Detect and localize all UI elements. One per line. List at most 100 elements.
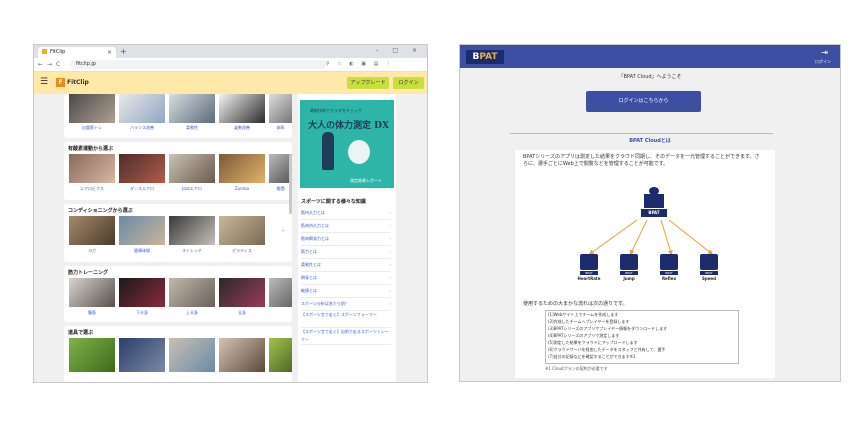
thumbnail-label[interactable]: 姿勢改善 bbox=[219, 125, 265, 131]
sidebar-title: スポーツに関する様々な知識 bbox=[301, 199, 366, 205]
step-item: (2)作成したチームへプレイヤーを登録します bbox=[548, 319, 630, 324]
main-content: 自重筋トレ バランス改善 柔軟性 姿勢改善 体幹 有酸素運動から選ぶ エアロビク… bbox=[34, 94, 427, 382]
tab-title: FitClip bbox=[50, 49, 66, 55]
window-controls[interactable]: – □ × bbox=[375, 47, 423, 54]
thumbnail-image[interactable] bbox=[69, 278, 115, 307]
carousel-next-icon[interactable]: › bbox=[282, 228, 284, 234]
thumbnail-label[interactable]: ヨガ bbox=[69, 248, 115, 254]
browser-tab[interactable]: FitClip × bbox=[38, 47, 116, 58]
chevron-right-icon: › bbox=[389, 275, 391, 280]
chevron-right-icon: › bbox=[389, 301, 391, 306]
site-header: ☰ F FitClip アップグレード ログイン bbox=[34, 72, 427, 94]
about-title: BPAT Cloudとは bbox=[629, 138, 671, 144]
thumbnail-image[interactable] bbox=[169, 94, 215, 123]
thumbnail-label[interactable]: ダンスエアロ bbox=[119, 186, 165, 192]
thumbnail-image[interactable] bbox=[269, 278, 292, 307]
thumbnail-image[interactable] bbox=[269, 94, 292, 123]
thumbnail-label[interactable]: 腹筋 bbox=[69, 310, 115, 316]
sidebar: 最新技術でカラダをチェック 大人の体力測定 DX 測定結果レポート スポーツに関… bbox=[298, 94, 396, 382]
tab-bar: FitClip × + – □ × bbox=[34, 45, 427, 58]
sidebar-link[interactable]: 【スポーツ言で走く】スポーツフォーマー bbox=[301, 311, 391, 328]
thumbnail-image[interactable] bbox=[219, 338, 265, 372]
thumbnail-label[interactable]: 健康体操 bbox=[119, 248, 165, 254]
reload-icon[interactable]: C bbox=[56, 60, 60, 69]
thumbnail-label[interactable]: バランス改善 bbox=[119, 125, 165, 131]
module-jump: BPAT Jump bbox=[617, 254, 641, 281]
site-logo[interactable]: F FitClip bbox=[56, 77, 89, 89]
thumbnail-label[interactable]: Jazzエアロ bbox=[169, 186, 215, 192]
thumbnail-image[interactable] bbox=[219, 216, 265, 245]
chevron-right-icon: › bbox=[389, 210, 391, 215]
thumbnail-image[interactable] bbox=[69, 94, 115, 123]
welcome-text: 「BPAT Cloud」へようこそ bbox=[618, 74, 682, 80]
login-here-button[interactable]: ログインはこちらから bbox=[586, 91, 701, 112]
login-icon[interactable]: ⇥ bbox=[821, 49, 828, 57]
about-panel: BPATシリーズのアプリは測定した結果をクラウド同期し、そのデータを一元管理する… bbox=[515, 150, 775, 378]
back-icon[interactable]: ← bbox=[38, 60, 43, 69]
thumbnail-image[interactable] bbox=[69, 338, 115, 372]
sidebar-link[interactable]: 敏捷とは › bbox=[301, 285, 391, 298]
bpat-logo[interactable]: BPAT bbox=[466, 50, 504, 64]
footnote: ※1 Cloudプランの契約が必要です bbox=[545, 366, 608, 371]
thumbnail-image[interactable] bbox=[119, 278, 165, 307]
sidebar-link[interactable]: 瞬発とは › bbox=[301, 272, 391, 285]
forward-icon[interactable]: → bbox=[47, 60, 52, 69]
divider bbox=[510, 133, 773, 134]
ad-headline: 大人の体力測定 DX bbox=[308, 121, 389, 131]
chevron-right-icon: › bbox=[389, 249, 391, 254]
thumbnail-image[interactable] bbox=[219, 154, 265, 183]
chevron-right-icon: › bbox=[389, 288, 391, 293]
thumbnail-image[interactable] bbox=[269, 338, 292, 372]
scrollbar-thumb[interactable] bbox=[289, 154, 292, 214]
thumbnail-image[interactable] bbox=[119, 154, 165, 183]
thumbnail-image[interactable] bbox=[169, 278, 215, 307]
thumbnail-label[interactable]: 上半身 bbox=[169, 310, 215, 316]
sidebar-link[interactable]: 筋肉瞬発力とは › bbox=[301, 233, 391, 246]
thumbnail-label[interactable]: ピラティス bbox=[219, 248, 265, 254]
step-item: (3)BPATシリーズのアプリでプレイヤー情報をダウンロードします bbox=[548, 326, 668, 331]
thumbnail-image[interactable] bbox=[169, 154, 215, 183]
thumbnail-image[interactable] bbox=[119, 216, 165, 245]
jump-icon bbox=[620, 254, 638, 270]
sidebar-link[interactable]: スポーツ分析は急たり前？ › bbox=[301, 298, 391, 311]
ad-small-text: 最新技術でカラダをチェック bbox=[310, 108, 362, 113]
header-login-label[interactable]: ログイン bbox=[815, 59, 831, 65]
chart-illustration bbox=[348, 140, 370, 164]
thumbnail-label[interactable]: 柔軟性 bbox=[169, 125, 215, 131]
thumbnail-image[interactable] bbox=[219, 94, 265, 123]
thumbnail-image[interactable] bbox=[119, 94, 165, 123]
upgrade-button[interactable]: アップグレード bbox=[347, 77, 389, 89]
thumbnail-image[interactable] bbox=[169, 216, 215, 245]
thumbnail-label[interactable]: ストレッチ bbox=[169, 248, 215, 254]
thumbnail-label[interactable]: エアロビクス bbox=[69, 186, 115, 192]
url-input[interactable]: fitclip.jp bbox=[70, 60, 326, 69]
sidebar-link[interactable]: 筋持久力とは › bbox=[301, 207, 391, 220]
section-title: 道具で選ぶ bbox=[68, 330, 94, 336]
thumbnail-image[interactable] bbox=[119, 338, 165, 372]
hamburger-menu-icon[interactable]: ☰ bbox=[40, 76, 48, 88]
thumbnail-label[interactable]: 全身 bbox=[219, 310, 265, 316]
sidebar-link[interactable]: 筋力とは › bbox=[301, 246, 391, 259]
sidebar-link[interactable]: 【スポーツ言で走く】自前で走るスポーツトレーナー bbox=[301, 328, 391, 345]
section-title: コンディショニングから選ぶ bbox=[68, 208, 133, 214]
sidebar-link[interactable]: 筋肉持久力とは › bbox=[301, 220, 391, 233]
extension-icons[interactable]: ⚲ ☆ ◐ ▣ ▤ ⋮ bbox=[326, 61, 394, 67]
bpat-header: BPAT ⇥ ログイン bbox=[460, 45, 840, 68]
sidebar-link[interactable]: 柔軟性とは › bbox=[301, 259, 391, 272]
thumbnail-label[interactable]: 自重筋トレ bbox=[69, 125, 115, 131]
step-item: (4)BPATシリーズのアプリで測定します bbox=[548, 333, 620, 338]
thumbnail-image[interactable] bbox=[169, 338, 215, 372]
thumbnail-image[interactable] bbox=[69, 154, 115, 183]
thumbnail-image[interactable] bbox=[219, 278, 265, 307]
thumbnail-label[interactable]: 下半身 bbox=[119, 310, 165, 316]
tab-close-icon[interactable]: × bbox=[107, 47, 112, 58]
ad-banner[interactable]: 最新技術でカラダをチェック 大人の体力測定 DX 測定結果レポート bbox=[300, 100, 394, 188]
thumbnail-image[interactable] bbox=[69, 216, 115, 245]
thumbnail-label[interactable]: 体幹 bbox=[269, 125, 292, 131]
category-card: 有酸素運動から選ぶ エアロビクス ダンスエアロ Jazzエアロ Zumba 格闘 bbox=[64, 142, 292, 200]
steps-box: (1)Webサイト上でチームを作成します (2)作成したチームへプレイヤーを登録… bbox=[545, 310, 739, 364]
arrow-line bbox=[668, 219, 713, 255]
thumbnail-label[interactable]: Zumba bbox=[219, 186, 265, 191]
login-button[interactable]: ログイン bbox=[393, 77, 424, 89]
new-tab-button[interactable]: + bbox=[120, 47, 127, 57]
